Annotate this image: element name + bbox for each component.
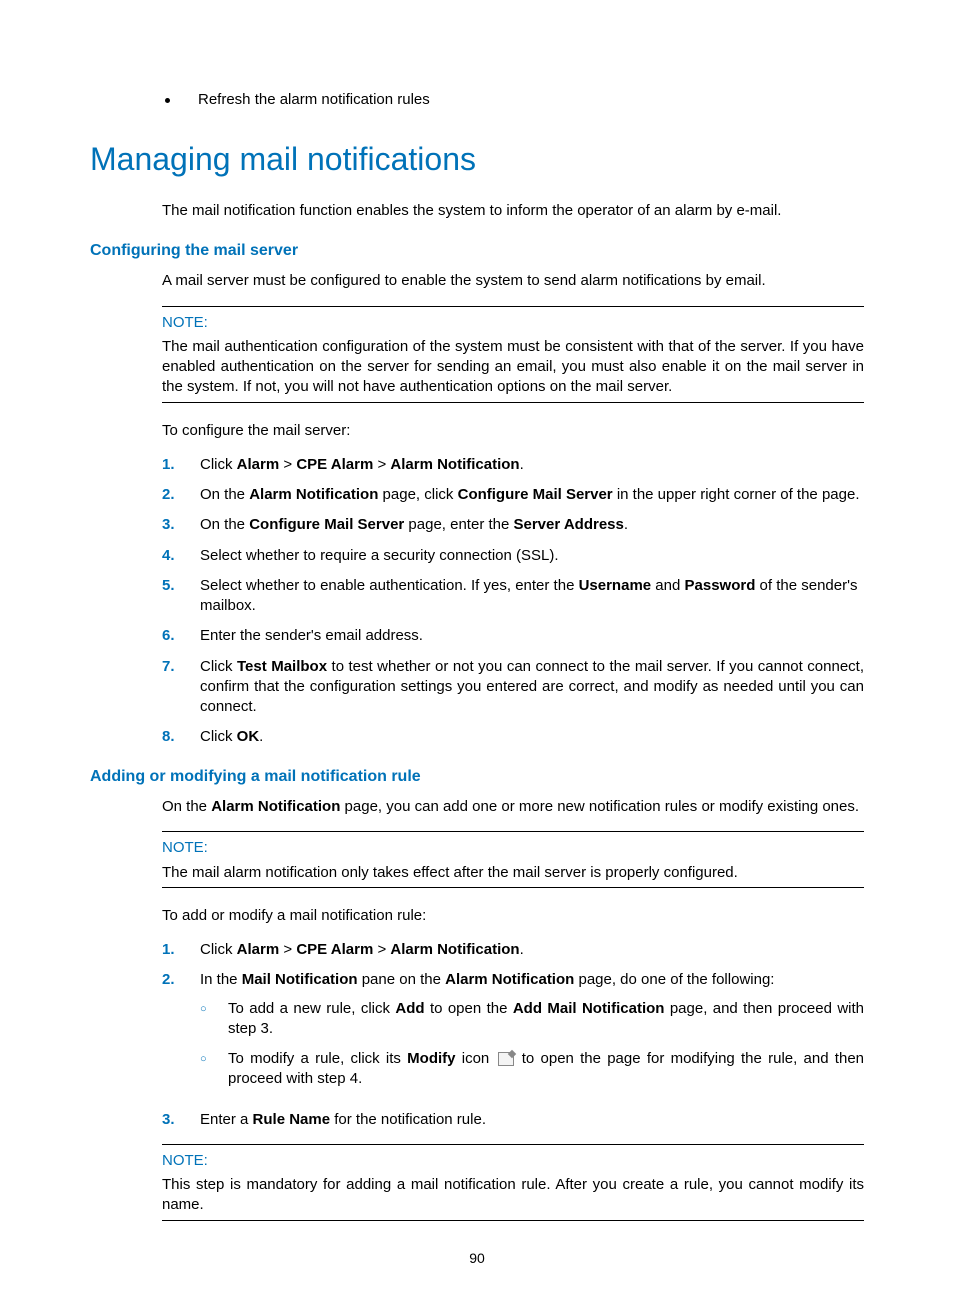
note-body: This step is mandatory for adding a mail… — [162, 1175, 864, 1216]
note-box-1: NOTE: The mail authentication configurat… — [162, 306, 864, 403]
sub-body: To modify a rule, click its Modify icon … — [228, 1049, 864, 1090]
note-label: NOTE: — [162, 838, 864, 858]
sub-list: ○ To add a new rule, click Add to open t… — [200, 999, 864, 1090]
step-body: Select whether to require a security con… — [200, 546, 864, 566]
step-body: On the Alarm Notification page, click Co… — [200, 485, 864, 505]
sect2-prelist: To add or modify a mail notification rul… — [162, 906, 864, 926]
list-item: 4. Select whether to require a security … — [162, 546, 864, 566]
circle-bullet-icon: ○ — [200, 999, 228, 1040]
step-number: 4. — [162, 546, 200, 566]
step-number: 8. — [162, 727, 200, 747]
step-body: Click OK. — [200, 727, 864, 747]
sub-body: To add a new rule, click Add to open the… — [228, 999, 864, 1040]
step-number: 1. — [162, 455, 200, 475]
step-body: Click Test Mailbox to test whether or no… — [200, 657, 864, 718]
modify-icon — [498, 1052, 514, 1066]
step-number: 2. — [162, 485, 200, 505]
note-body: The mail alarm notification only takes e… — [162, 863, 864, 883]
sect1-prelist: To configure the mail server: — [162, 421, 864, 441]
step-body: In the Mail Notification pane on the Ala… — [200, 970, 864, 1099]
list-item: 7. Click Test Mailbox to test whether or… — [162, 657, 864, 718]
list-item: 2. On the Alarm Notification page, click… — [162, 485, 864, 505]
top-bullet-item: Refresh the alarm notification rules — [165, 90, 864, 110]
list-item: 1. Click Alarm > CPE Alarm > Alarm Notif… — [162, 455, 864, 475]
step-number: 7. — [162, 657, 200, 718]
list-item: 5. Select whether to enable authenticati… — [162, 576, 864, 617]
list-item: 1. Click Alarm > CPE Alarm > Alarm Notif… — [162, 940, 864, 960]
note-box-2: NOTE: The mail alarm notification only t… — [162, 831, 864, 888]
note-label: NOTE: — [162, 313, 864, 333]
step-body: Select whether to enable authentication.… — [200, 576, 864, 617]
sect1-lead: A mail server must be configured to enab… — [162, 271, 864, 291]
step-number: 3. — [162, 515, 200, 535]
note-body: The mail authentication configuration of… — [162, 337, 864, 398]
circle-bullet-icon: ○ — [200, 1049, 228, 1090]
step-number: 5. — [162, 576, 200, 617]
list-item: 3. Enter a Rule Name for the notificatio… — [162, 1110, 864, 1130]
step-body: Click Alarm > CPE Alarm > Alarm Notifica… — [200, 940, 864, 960]
page-title: Managing mail notifications — [90, 138, 864, 181]
note-label: NOTE: — [162, 1151, 864, 1171]
list-item: 8. Click OK. — [162, 727, 864, 747]
step-number: 2. — [162, 970, 200, 1099]
top-bullet-text: Refresh the alarm notification rules — [198, 91, 430, 108]
list-item: 2. In the Mail Notification pane on the … — [162, 970, 864, 1099]
sect1-steps: 1. Click Alarm > CPE Alarm > Alarm Notif… — [162, 455, 864, 748]
page-number: 90 — [90, 1249, 864, 1268]
sub-list-item: ○ To modify a rule, click its Modify ico… — [200, 1049, 864, 1090]
step-body: On the Configure Mail Server page, enter… — [200, 515, 864, 535]
intro-paragraph: The mail notification function enables t… — [162, 201, 864, 221]
section-configure-mail-server: Configuring the mail server — [90, 240, 864, 262]
list-item: 3. On the Configure Mail Server page, en… — [162, 515, 864, 535]
section-add-modify-rule: Adding or modifying a mail notification … — [90, 766, 864, 788]
step-body: Enter a Rule Name for the notification r… — [200, 1110, 864, 1130]
step-body: Enter the sender's email address. — [200, 626, 864, 646]
sect2-steps: 1. Click Alarm > CPE Alarm > Alarm Notif… — [162, 940, 864, 1130]
list-item: 6. Enter the sender's email address. — [162, 626, 864, 646]
step-number: 3. — [162, 1110, 200, 1130]
sub-list-item: ○ To add a new rule, click Add to open t… — [200, 999, 864, 1040]
step-body: Click Alarm > CPE Alarm > Alarm Notifica… — [200, 455, 864, 475]
step-number: 1. — [162, 940, 200, 960]
bullet-icon — [165, 98, 170, 103]
sect2-lead: On the Alarm Notification page, you can … — [162, 797, 864, 817]
note-box-3: NOTE: This step is mandatory for adding … — [162, 1144, 864, 1221]
step-number: 6. — [162, 626, 200, 646]
